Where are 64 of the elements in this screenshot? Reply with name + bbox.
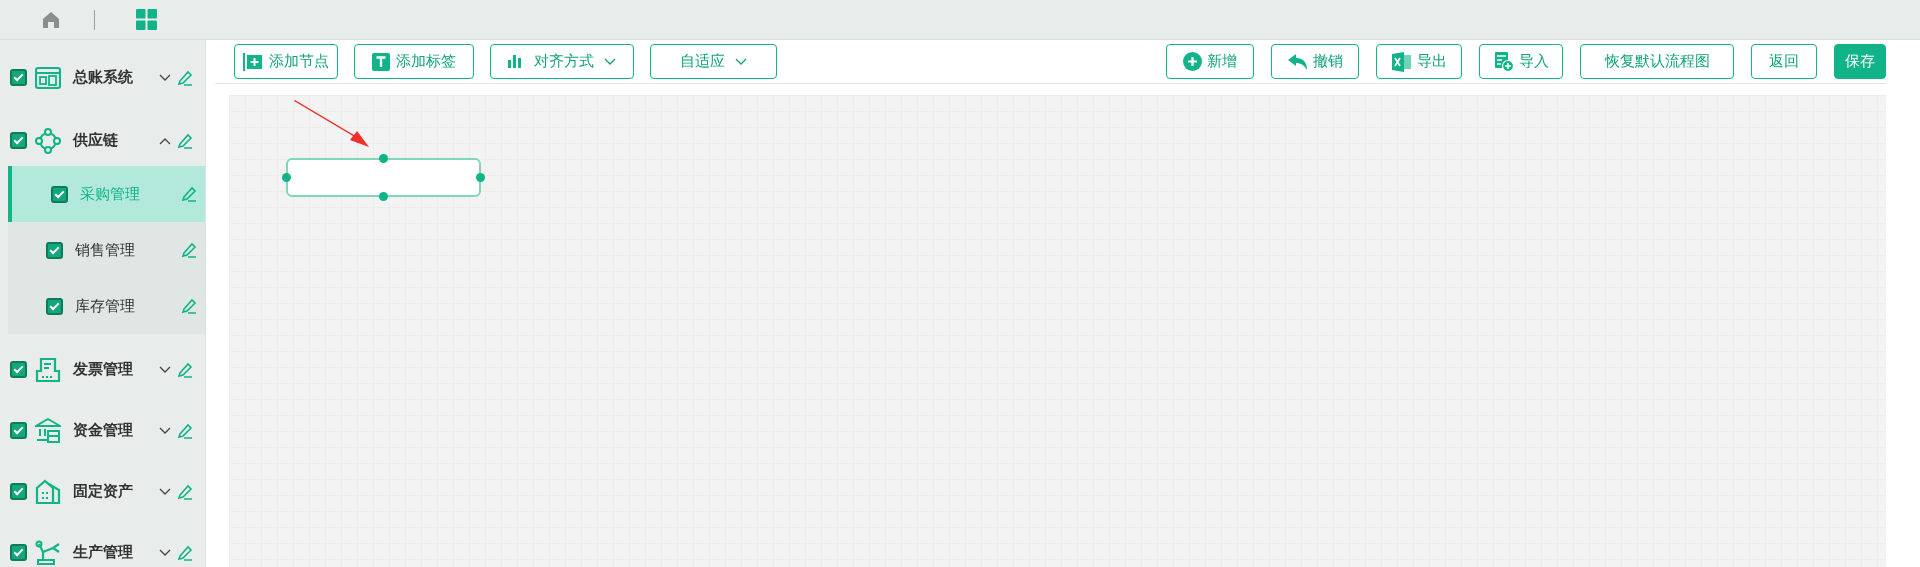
checkbox[interactable] (10, 361, 27, 378)
undo-icon (1287, 53, 1308, 70)
edit-icon[interactable] (177, 361, 193, 378)
checkbox[interactable] (10, 132, 27, 149)
toolbar-button[interactable]: 对齐方式 (490, 44, 634, 79)
checkbox[interactable] (10, 422, 27, 439)
ledger-icon (35, 64, 61, 91)
submenu-item[interactable]: 销售管理 (8, 222, 205, 278)
edit-icon[interactable] (181, 298, 197, 314)
toolbar-button[interactable]: 添加节点 (234, 44, 338, 79)
edit-icon[interactable] (177, 69, 193, 86)
edit-icon[interactable] (177, 422, 193, 439)
add-node-icon (243, 52, 263, 71)
menu-item[interactable]: 供应链 (0, 115, 205, 166)
grid-icon[interactable] (136, 9, 157, 30)
edit-icon[interactable] (181, 186, 197, 202)
checkbox[interactable] (46, 297, 63, 315)
connection-handle[interactable] (379, 192, 388, 201)
chevron-up-icon[interactable] (159, 136, 171, 145)
text-icon (372, 52, 390, 71)
menu-item[interactable]: 固定资产 (0, 466, 205, 517)
toolbar-button[interactable]: 撤销 (1271, 44, 1359, 79)
chevron-down-icon[interactable] (159, 487, 171, 496)
toolbar-button[interactable]: 新增 (1166, 44, 1254, 79)
edit-icon[interactable] (181, 242, 197, 258)
checkbox[interactable] (10, 544, 27, 561)
home-icon[interactable] (42, 10, 60, 29)
chevron-down-icon[interactable] (159, 548, 171, 557)
connection-handle[interactable] (379, 154, 388, 163)
connection-handle[interactable] (476, 173, 485, 182)
checkbox[interactable] (51, 185, 68, 203)
flow-node[interactable] (286, 158, 481, 197)
submenu-item[interactable]: 库存管理 (8, 278, 205, 334)
import-table-icon (1493, 51, 1514, 72)
menu-item[interactable]: 生产管理 (0, 527, 205, 567)
bar-chart-icon (508, 55, 522, 68)
chevron-down-icon[interactable] (159, 365, 171, 374)
edit-icon[interactable] (177, 483, 193, 500)
checkbox[interactable] (10, 483, 27, 500)
receipt-icon (35, 356, 61, 383)
menu-item[interactable]: 发票管理 (0, 344, 205, 395)
chevron-down-icon[interactable] (159, 73, 171, 82)
plus-circle-icon (1183, 52, 1202, 71)
network-icon (35, 127, 61, 154)
building-icon (35, 478, 61, 505)
robot-arm-icon (35, 539, 61, 566)
toolbar-button[interactable]: 返回 (1751, 44, 1817, 79)
checkbox[interactable] (46, 241, 63, 259)
save-button[interactable]: 保存 (1834, 44, 1886, 79)
checkbox[interactable] (10, 69, 27, 86)
toolbar-button[interactable]: 导出 (1376, 44, 1462, 79)
toolbar-button[interactable]: 恢复默认流程图 (1580, 44, 1734, 79)
chevron-down-icon[interactable] (159, 426, 171, 435)
bank-icon (35, 417, 61, 444)
toolbar-button[interactable]: 导入 (1479, 44, 1563, 79)
connection-handle[interactable] (282, 173, 291, 182)
spreadsheet-icon (1391, 51, 1412, 72)
toolbar-button[interactable]: 添加标签 (354, 44, 474, 79)
menu-item[interactable]: 资金管理 (0, 405, 205, 456)
edit-icon[interactable] (177, 132, 193, 149)
submenu-item[interactable]: 采购管理 (8, 166, 205, 222)
menu-item[interactable]: 总账系统 (0, 52, 205, 103)
edit-icon[interactable] (177, 544, 193, 561)
toolbar-button[interactable]: 自适应 (650, 44, 777, 79)
